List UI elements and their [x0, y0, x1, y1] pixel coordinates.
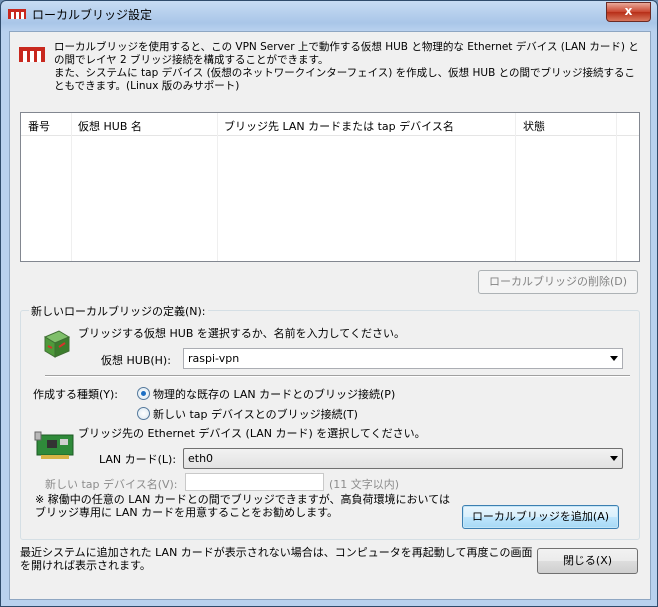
local-bridge-window: ローカルブリッジ設定 x ローカルブリッジを使用すると、この VPN Serve…	[0, 0, 658, 607]
radio-physical-lan-label[interactable]: 物理的な既存の LAN カードとのブリッジ接続(P)	[153, 386, 395, 402]
close-button[interactable]: 閉じる(X)	[537, 548, 638, 574]
lan-prompt: ブリッジ先の Ethernet デバイス (LAN カード) を選択してください…	[78, 427, 426, 440]
add-bridge-button[interactable]: ローカルブリッジを追加(A)	[462, 505, 619, 529]
chevron-down-icon[interactable]	[610, 356, 618, 361]
radio-tap-device[interactable]	[137, 407, 150, 420]
lan-combobox[interactable]: eth0	[183, 448, 623, 469]
lan-combobox-value: eth0	[188, 452, 214, 465]
bridge-type-label: 作成する種類(Y):	[33, 388, 119, 401]
softether-logo-icon	[8, 9, 26, 19]
bridge-note: ※ 稼働中の任意の LAN カードとの間でブリッジできますが、高負荷環境において…	[35, 493, 450, 519]
radio-tap-device-label[interactable]: 新しい tap デバイスとのブリッジ接続(T)	[153, 406, 358, 422]
hub-combobox-value: raspi-vpn	[188, 352, 240, 365]
footer-note: 最近システムに追加された LAN カードが表示されない場合は、コンピュータを再起…	[20, 546, 533, 572]
tap-name-hint: (11 文字以内)	[329, 478, 400, 491]
radio-physical-lan[interactable]	[137, 387, 150, 400]
column-header-device[interactable]: ブリッジ先 LAN カードまたは tap デバイス名	[224, 118, 454, 134]
hub-prompt: ブリッジする仮想 HUB を選択するか、名前を入力してください。	[78, 327, 405, 340]
column-device[interactable]: ブリッジ先 LAN カードまたは tap デバイス名	[218, 113, 516, 261]
delete-bridge-button[interactable]: ローカルブリッジの削除(D)	[478, 270, 638, 294]
bridge-list[interactable]: 番号 仮想 HUB 名 ブリッジ先 LAN カードまたは tap デバイス名 状…	[20, 112, 640, 262]
lan-label: LAN カード(L):	[99, 453, 177, 466]
hub-label: 仮想 HUB(H):	[101, 354, 171, 367]
bridge-logo-icon	[19, 47, 45, 62]
column-number[interactable]: 番号	[21, 113, 72, 261]
column-status[interactable]: 状態	[516, 113, 617, 261]
hub-combobox[interactable]: raspi-vpn	[183, 348, 623, 369]
column-header-status[interactable]: 状態	[523, 118, 545, 134]
tap-name-input[interactable]	[185, 473, 324, 491]
network-card-icon	[34, 431, 74, 459]
virtual-hub-icon	[43, 330, 71, 358]
separator	[45, 375, 630, 377]
tap-name-label: 新しい tap デバイス名(V):	[45, 478, 178, 491]
column-hub[interactable]: 仮想 HUB 名	[72, 113, 218, 261]
window-title: ローカルブリッジ設定	[32, 8, 153, 22]
new-bridge-legend: 新しいローカルブリッジの定義(N):	[29, 303, 208, 319]
title-bar[interactable]: ローカルブリッジ設定 x	[1, 1, 657, 27]
dialog-client-area: ローカルブリッジを使用すると、この VPN Server 上で動作する仮想 HU…	[9, 31, 651, 600]
window-close-button[interactable]: x	[606, 2, 651, 22]
chevron-down-icon[interactable]	[610, 456, 618, 461]
new-bridge-group: 新しいローカルブリッジの定義(N): ブリッジする仮想 HUB を選択するか、名…	[20, 303, 640, 540]
column-header-hub[interactable]: 仮想 HUB 名	[78, 118, 142, 134]
description-text: ローカルブリッジを使用すると、この VPN Server 上で動作する仮想 HU…	[54, 41, 639, 92]
column-header-number[interactable]: 番号	[28, 118, 50, 134]
